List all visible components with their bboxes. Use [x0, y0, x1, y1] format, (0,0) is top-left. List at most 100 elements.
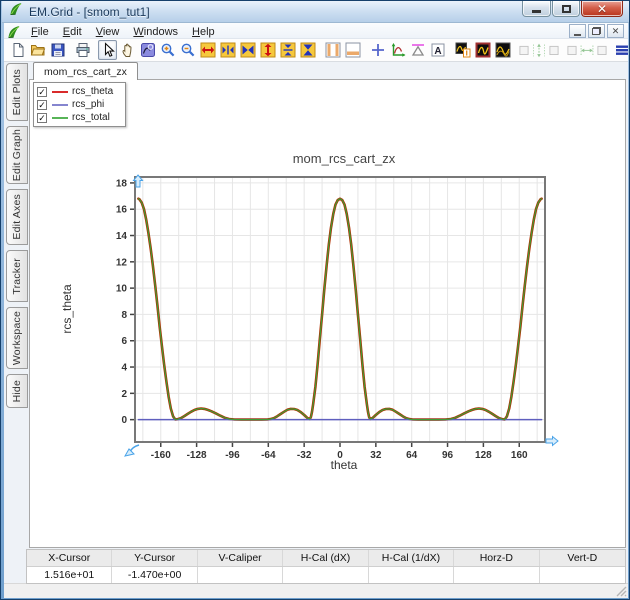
- cursor-header-2: V-Caliper: [198, 550, 283, 566]
- menu-view[interactable]: View: [89, 25, 127, 39]
- cursor-header-3: H-Cal (dX): [283, 550, 368, 566]
- menu-windows[interactable]: Windows: [126, 25, 185, 39]
- mdi-minimize-button[interactable]: [569, 24, 586, 38]
- x-tick-label: -32: [297, 450, 312, 461]
- x-tick-label: 32: [370, 450, 382, 461]
- split-horizontal-button[interactable]: [343, 40, 362, 60]
- plot-area[interactable]: -160-128-96-64-3203264961281600246810121…: [99, 167, 569, 469]
- shift-y-button[interactable]: [278, 40, 297, 60]
- legend-line-sample: [52, 117, 68, 119]
- pan-right-arrow[interactable]: [546, 437, 558, 446]
- print-button[interactable]: [73, 40, 92, 60]
- copy-plot-button[interactable]: [453, 40, 472, 60]
- menu-help[interactable]: Help: [185, 25, 222, 39]
- add-text-icon: A: [430, 42, 446, 58]
- menu-bar: FileEditViewWindowsHelp ✕: [4, 23, 628, 39]
- client-area: Edit Plots Edit Graph Edit Axes Tracker Work…: [4, 62, 628, 583]
- y-tick-label: 6: [121, 336, 127, 347]
- svg-text:A: A: [434, 46, 441, 57]
- sidebar-tab-workspace[interactable]: Workspace: [6, 307, 28, 369]
- cursor-header-5: Horz-D: [454, 550, 539, 566]
- add-marker-button[interactable]: [368, 40, 387, 60]
- open-file-button[interactable]: [28, 40, 47, 60]
- shift-x-button[interactable]: [218, 40, 237, 60]
- minimize-button[interactable]: [522, 1, 551, 17]
- window-controls: ✕: [521, 1, 623, 17]
- add-text-button[interactable]: A: [428, 40, 447, 60]
- split-vertical-button[interactable]: [323, 40, 342, 60]
- pan-corner-arrowhead[interactable]: [125, 449, 134, 456]
- add-marker-icon: [370, 42, 386, 58]
- titlebar[interactable]: EM.Grid - [smom_tut1] ✕: [2, 1, 630, 23]
- document-logo-icon: [6, 24, 20, 38]
- cursor-value-6: [540, 567, 625, 583]
- sidebar-tab-hide[interactable]: Hide: [6, 374, 28, 408]
- y-tick-label: 18: [116, 178, 128, 189]
- cursor-header-1: Y-Cursor: [112, 550, 197, 566]
- plot-overlay-button[interactable]: [493, 40, 512, 60]
- cursor-value-3: [283, 567, 368, 583]
- compress-y-button[interactable]: [298, 40, 317, 60]
- expand-y-button[interactable]: [258, 40, 277, 60]
- plot-style-button[interactable]: [473, 40, 492, 60]
- zoom-window-button[interactable]: [138, 40, 157, 60]
- pan-hand-button[interactable]: [118, 40, 137, 60]
- caliper-button[interactable]: [408, 40, 427, 60]
- y-tick-label: 16: [116, 205, 128, 216]
- app-window: EM.Grid - [smom_tut1] ✕ FileEditViewWind…: [0, 0, 630, 600]
- new-document-icon: [10, 42, 26, 58]
- legend-checkbox-rcs_phi[interactable]: ✓: [37, 100, 47, 110]
- chart-title: mom_rcs_cart_zx: [141, 151, 547, 166]
- edit-axes-button[interactable]: [388, 40, 407, 60]
- zoom-out-button[interactable]: [178, 40, 197, 60]
- sidebar-tab-label: Workspace: [11, 311, 23, 365]
- caliper-icon: [410, 42, 426, 58]
- sidebar-tab-label: Edit Graph: [11, 129, 23, 181]
- edit-axes-icon: [390, 42, 406, 58]
- x-tick-label: -128: [187, 450, 207, 461]
- y-tick-label: 14: [116, 231, 128, 242]
- pan-hand-icon: [120, 42, 136, 58]
- compress-x-button[interactable]: [238, 40, 257, 60]
- mdi-restore-button[interactable]: [588, 24, 605, 38]
- tab-label: mom_rcs_cart_zx: [44, 66, 127, 78]
- expand-x-button[interactable]: [198, 40, 217, 60]
- sidebar-tab-edit-plots[interactable]: Edit Plots: [6, 63, 28, 121]
- menu-edit[interactable]: Edit: [56, 25, 89, 39]
- legend-item-rcs_theta: ✓rcs_theta: [37, 85, 122, 98]
- legend-item-rcs_total: ✓rcs_total: [37, 111, 122, 124]
- maximize-button[interactable]: [552, 1, 580, 17]
- tab-mom_rcs_cart_zx[interactable]: mom_rcs_cart_zx: [33, 62, 138, 80]
- zoom-in-button[interactable]: [158, 40, 177, 60]
- resize-grip[interactable]: [615, 585, 627, 597]
- sidebar-tab-edit-graph[interactable]: Edit Graph: [6, 126, 28, 184]
- sidebar-tab-edit-axes[interactable]: Edit Axes: [6, 189, 28, 245]
- legend-label: rcs_phi: [72, 99, 104, 110]
- mdi-close-button[interactable]: ✕: [607, 24, 624, 38]
- window-title: EM.Grid - [smom_tut1]: [29, 5, 150, 19]
- x-tick-label: 96: [442, 450, 454, 461]
- close-button[interactable]: ✕: [581, 1, 623, 17]
- mdi-minimize-icon: [574, 34, 581, 36]
- split-vertical-icon: [325, 42, 341, 58]
- cursor-readout-table: X-CursorY-CursorV-CaliperH-Cal (dX)H-Cal…: [26, 549, 626, 584]
- select-cursor-button[interactable]: [98, 40, 117, 60]
- new-document-button[interactable]: [8, 40, 27, 60]
- compress-x-icon: [240, 42, 256, 58]
- legend-checkbox-rcs_theta[interactable]: ✓: [37, 87, 47, 97]
- sidebar-tab-label: Hide: [11, 380, 23, 402]
- save-button[interactable]: [48, 40, 67, 60]
- open-file-icon: [30, 42, 46, 58]
- layout-button[interactable]: Layout: [614, 40, 628, 60]
- cursor-value-4: [369, 567, 454, 583]
- close-icon: ✕: [597, 3, 607, 15]
- cursor-header-0: X-Cursor: [27, 550, 112, 566]
- menu-file[interactable]: File: [24, 25, 56, 39]
- legend-checkbox-rcs_total[interactable]: ✓: [37, 113, 47, 123]
- print-icon: [75, 42, 91, 58]
- sidebar-tab-tracker[interactable]: Tracker: [6, 250, 28, 302]
- legend-line-sample: [52, 104, 68, 106]
- cursor-value-0: 1.516e+01: [27, 567, 112, 583]
- status-bar: [4, 583, 628, 598]
- mdi-window-controls: ✕: [569, 24, 624, 38]
